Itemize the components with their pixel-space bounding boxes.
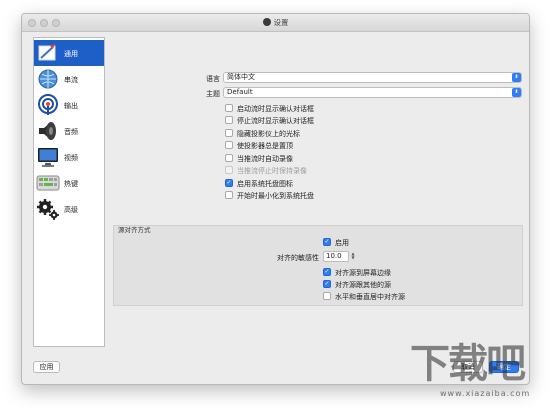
title-bar: 设置 — [22, 14, 529, 32]
general-settings-panel: 语言 简体中文 ⬍ 主题 Default ⬍ 启动流时显示确认对话框 停止流时显… — [112, 37, 523, 377]
chevron-updown-icon: ⬍ — [512, 88, 521, 97]
checkbox-box[interactable] — [225, 129, 233, 137]
checkbox-checked-box[interactable]: ✓ — [323, 280, 331, 288]
general-icon — [38, 44, 56, 61]
checkbox-box — [225, 166, 233, 174]
snap-sensitivity-label: 对齐的敏感性 — [277, 254, 319, 262]
checkbox-box[interactable] — [225, 154, 233, 162]
sidebar-item-general[interactable]: 通用 — [34, 40, 104, 66]
language-label: 语言 — [206, 75, 220, 83]
checkbox-box[interactable] — [323, 292, 331, 300]
advanced-icon — [37, 199, 59, 220]
checkbox-box[interactable] — [225, 104, 233, 112]
snapping-groupbox: 源对齐方式 ✓ 启用 对齐的敏感性 10.0 ▲ ▼ ✓ 对齐源到屏幕边缘 ✓ 对… — [113, 225, 523, 306]
audio-icon — [39, 122, 56, 140]
checkbox-checked-box[interactable]: ✓ — [323, 238, 331, 246]
window-title: 设置 — [22, 17, 529, 28]
sidebar-item-hotkeys[interactable]: 热键 — [34, 170, 104, 196]
snap-sensitivity-spinbox[interactable]: 10.0 ▲ ▼ — [323, 251, 355, 262]
sidebar-item-advanced[interactable]: 高级 — [34, 196, 104, 222]
checkbox-box[interactable] — [225, 191, 233, 199]
chevron-updown-icon: ⬍ — [512, 73, 521, 82]
theme-label: 主题 — [206, 90, 220, 98]
sidebar-item-audio[interactable]: 音频 — [34, 118, 104, 144]
stream-icon — [38, 69, 58, 89]
checkbox-checked-box[interactable]: ✓ — [323, 268, 331, 276]
sidebar-item-stream[interactable]: 串流 — [34, 66, 104, 92]
watermark-logo: 下载吧 www.xiazaiba.com — [410, 342, 546, 406]
watermark-url: www.xiazaiba.com — [440, 389, 531, 398]
obs-logo-icon — [262, 18, 271, 26]
settings-window: 设置 通用 串流 输出 音频 视频 热键 高级 语言 简体中文 ⬍ 主题 Def… — [21, 13, 530, 385]
sidebar-item-video[interactable]: 视频 — [34, 144, 104, 170]
theme-select[interactable]: Default ⬍ — [223, 87, 522, 98]
checkbox-box[interactable] — [225, 116, 233, 124]
stepper-arrows-icon[interactable]: ▲ ▼ — [350, 252, 356, 261]
apply-button[interactable]: 应用 — [33, 361, 60, 373]
snapping-group-title: 源对齐方式 — [118, 226, 151, 234]
checkbox-box[interactable] — [225, 141, 233, 149]
video-icon — [38, 148, 58, 167]
sidebar-item-output[interactable]: 输出 — [34, 92, 104, 118]
checkbox-checked-box[interactable]: ✓ — [225, 179, 233, 187]
output-icon — [38, 94, 58, 115]
hotkey-icon — [36, 175, 60, 191]
watermark-text: 下载吧 — [410, 341, 526, 387]
language-select[interactable]: 简体中文 ⬍ — [223, 72, 522, 83]
settings-sidebar: 通用 串流 输出 音频 视频 热键 高级 — [33, 37, 105, 347]
